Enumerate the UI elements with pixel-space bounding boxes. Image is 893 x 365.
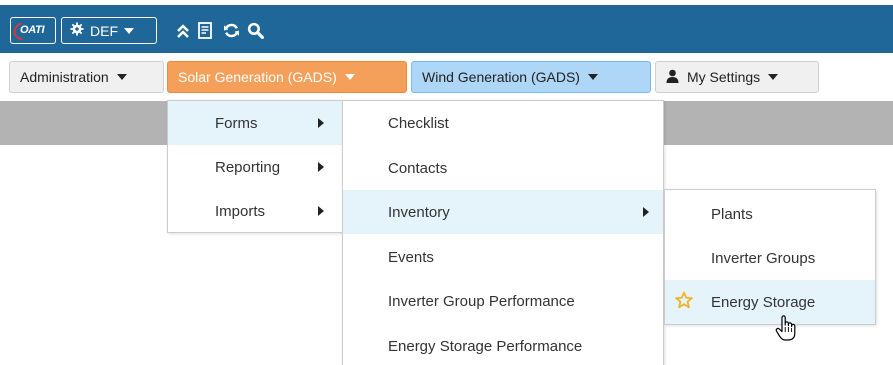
- menu-label: Administration: [20, 69, 109, 85]
- menu-item-forms[interactable]: Forms: [168, 101, 342, 145]
- chevron-down-icon: [587, 74, 598, 80]
- top-toolbar: OATI DEF: [0, 0, 893, 53]
- notes-icon[interactable]: [194, 17, 216, 44]
- menu-item-energy-storage-performance[interactable]: Energy Storage Performance: [343, 324, 663, 365]
- user-icon: [666, 69, 679, 86]
- def-dropdown-button[interactable]: DEF: [61, 17, 157, 44]
- chevron-down-icon: [768, 74, 779, 80]
- gear-icon: [70, 22, 84, 39]
- logo-text: OATI: [20, 24, 45, 36]
- menu-item-contacts[interactable]: Contacts: [343, 146, 663, 190]
- menu-solar-generation[interactable]: Solar Generation (GADS): [167, 61, 407, 93]
- refresh-icon[interactable]: [220, 17, 242, 44]
- menu-label: Wind Generation (GADS): [422, 69, 580, 85]
- menu-item-inverter-group-performance[interactable]: Inverter Group Performance: [343, 279, 663, 323]
- menu-item-imports[interactable]: Imports: [168, 189, 342, 233]
- chevron-right-icon: [318, 206, 324, 216]
- menu-item-plants[interactable]: Plants: [665, 192, 875, 236]
- oati-logo[interactable]: OATI: [10, 17, 56, 44]
- menu-label: My Settings: [687, 69, 761, 85]
- inventory-submenu: Plants Inverter Groups Energy Storage: [664, 189, 876, 325]
- hand-cursor-icon: [775, 314, 797, 345]
- chevron-down-icon: [344, 74, 355, 80]
- solar-generation-dropdown: Forms Reporting Imports: [167, 100, 343, 233]
- def-label: DEF: [90, 22, 118, 39]
- menu-item-inventory[interactable]: Inventory: [343, 190, 663, 234]
- menu-item-checklist[interactable]: Checklist: [343, 101, 663, 145]
- menu-administration[interactable]: Administration: [9, 61, 164, 93]
- menu-item-inverter-groups[interactable]: Inverter Groups: [665, 236, 875, 280]
- menu-item-label: Energy Storage: [711, 293, 816, 311]
- menu-label: Solar Generation (GADS): [178, 69, 337, 85]
- main-menu-bar: Administration Solar Generation (GADS) W…: [0, 53, 893, 101]
- menu-item-label: Events: [388, 248, 434, 266]
- chevron-down-icon: [116, 74, 127, 80]
- chevron-right-icon: [318, 162, 324, 172]
- menu-item-label: Contacts: [388, 159, 448, 177]
- chevron-down-icon: [124, 27, 134, 34]
- menu-item-energy-storage[interactable]: Energy Storage: [665, 280, 875, 324]
- chevron-right-icon: [318, 118, 324, 128]
- chevron-right-icon: [643, 207, 649, 217]
- menu-item-label: Imports: [215, 202, 266, 220]
- star-icon[interactable]: [675, 291, 693, 313]
- menu-item-label: Checklist: [388, 114, 449, 132]
- menu-item-reporting[interactable]: Reporting: [168, 145, 342, 189]
- menu-item-label: Inverter Groups: [711, 249, 816, 267]
- menu-wind-generation[interactable]: Wind Generation (GADS): [411, 61, 651, 93]
- menu-item-label: Inventory: [388, 203, 450, 221]
- collapse-chevrons-icon[interactable]: [172, 17, 194, 44]
- menu-my-settings[interactable]: My Settings: [655, 61, 819, 93]
- menu-item-events[interactable]: Events: [343, 235, 663, 279]
- menu-item-label: Forms: [215, 114, 258, 132]
- menu-item-label: Energy Storage Performance: [388, 337, 583, 355]
- forms-submenu: Checklist Contacts Inventory Events Inve…: [342, 100, 664, 365]
- menu-item-label: Plants: [711, 205, 753, 223]
- search-icon[interactable]: [244, 17, 266, 44]
- menu-item-label: Reporting: [215, 158, 281, 176]
- menu-item-label: Inverter Group Performance: [388, 292, 575, 310]
